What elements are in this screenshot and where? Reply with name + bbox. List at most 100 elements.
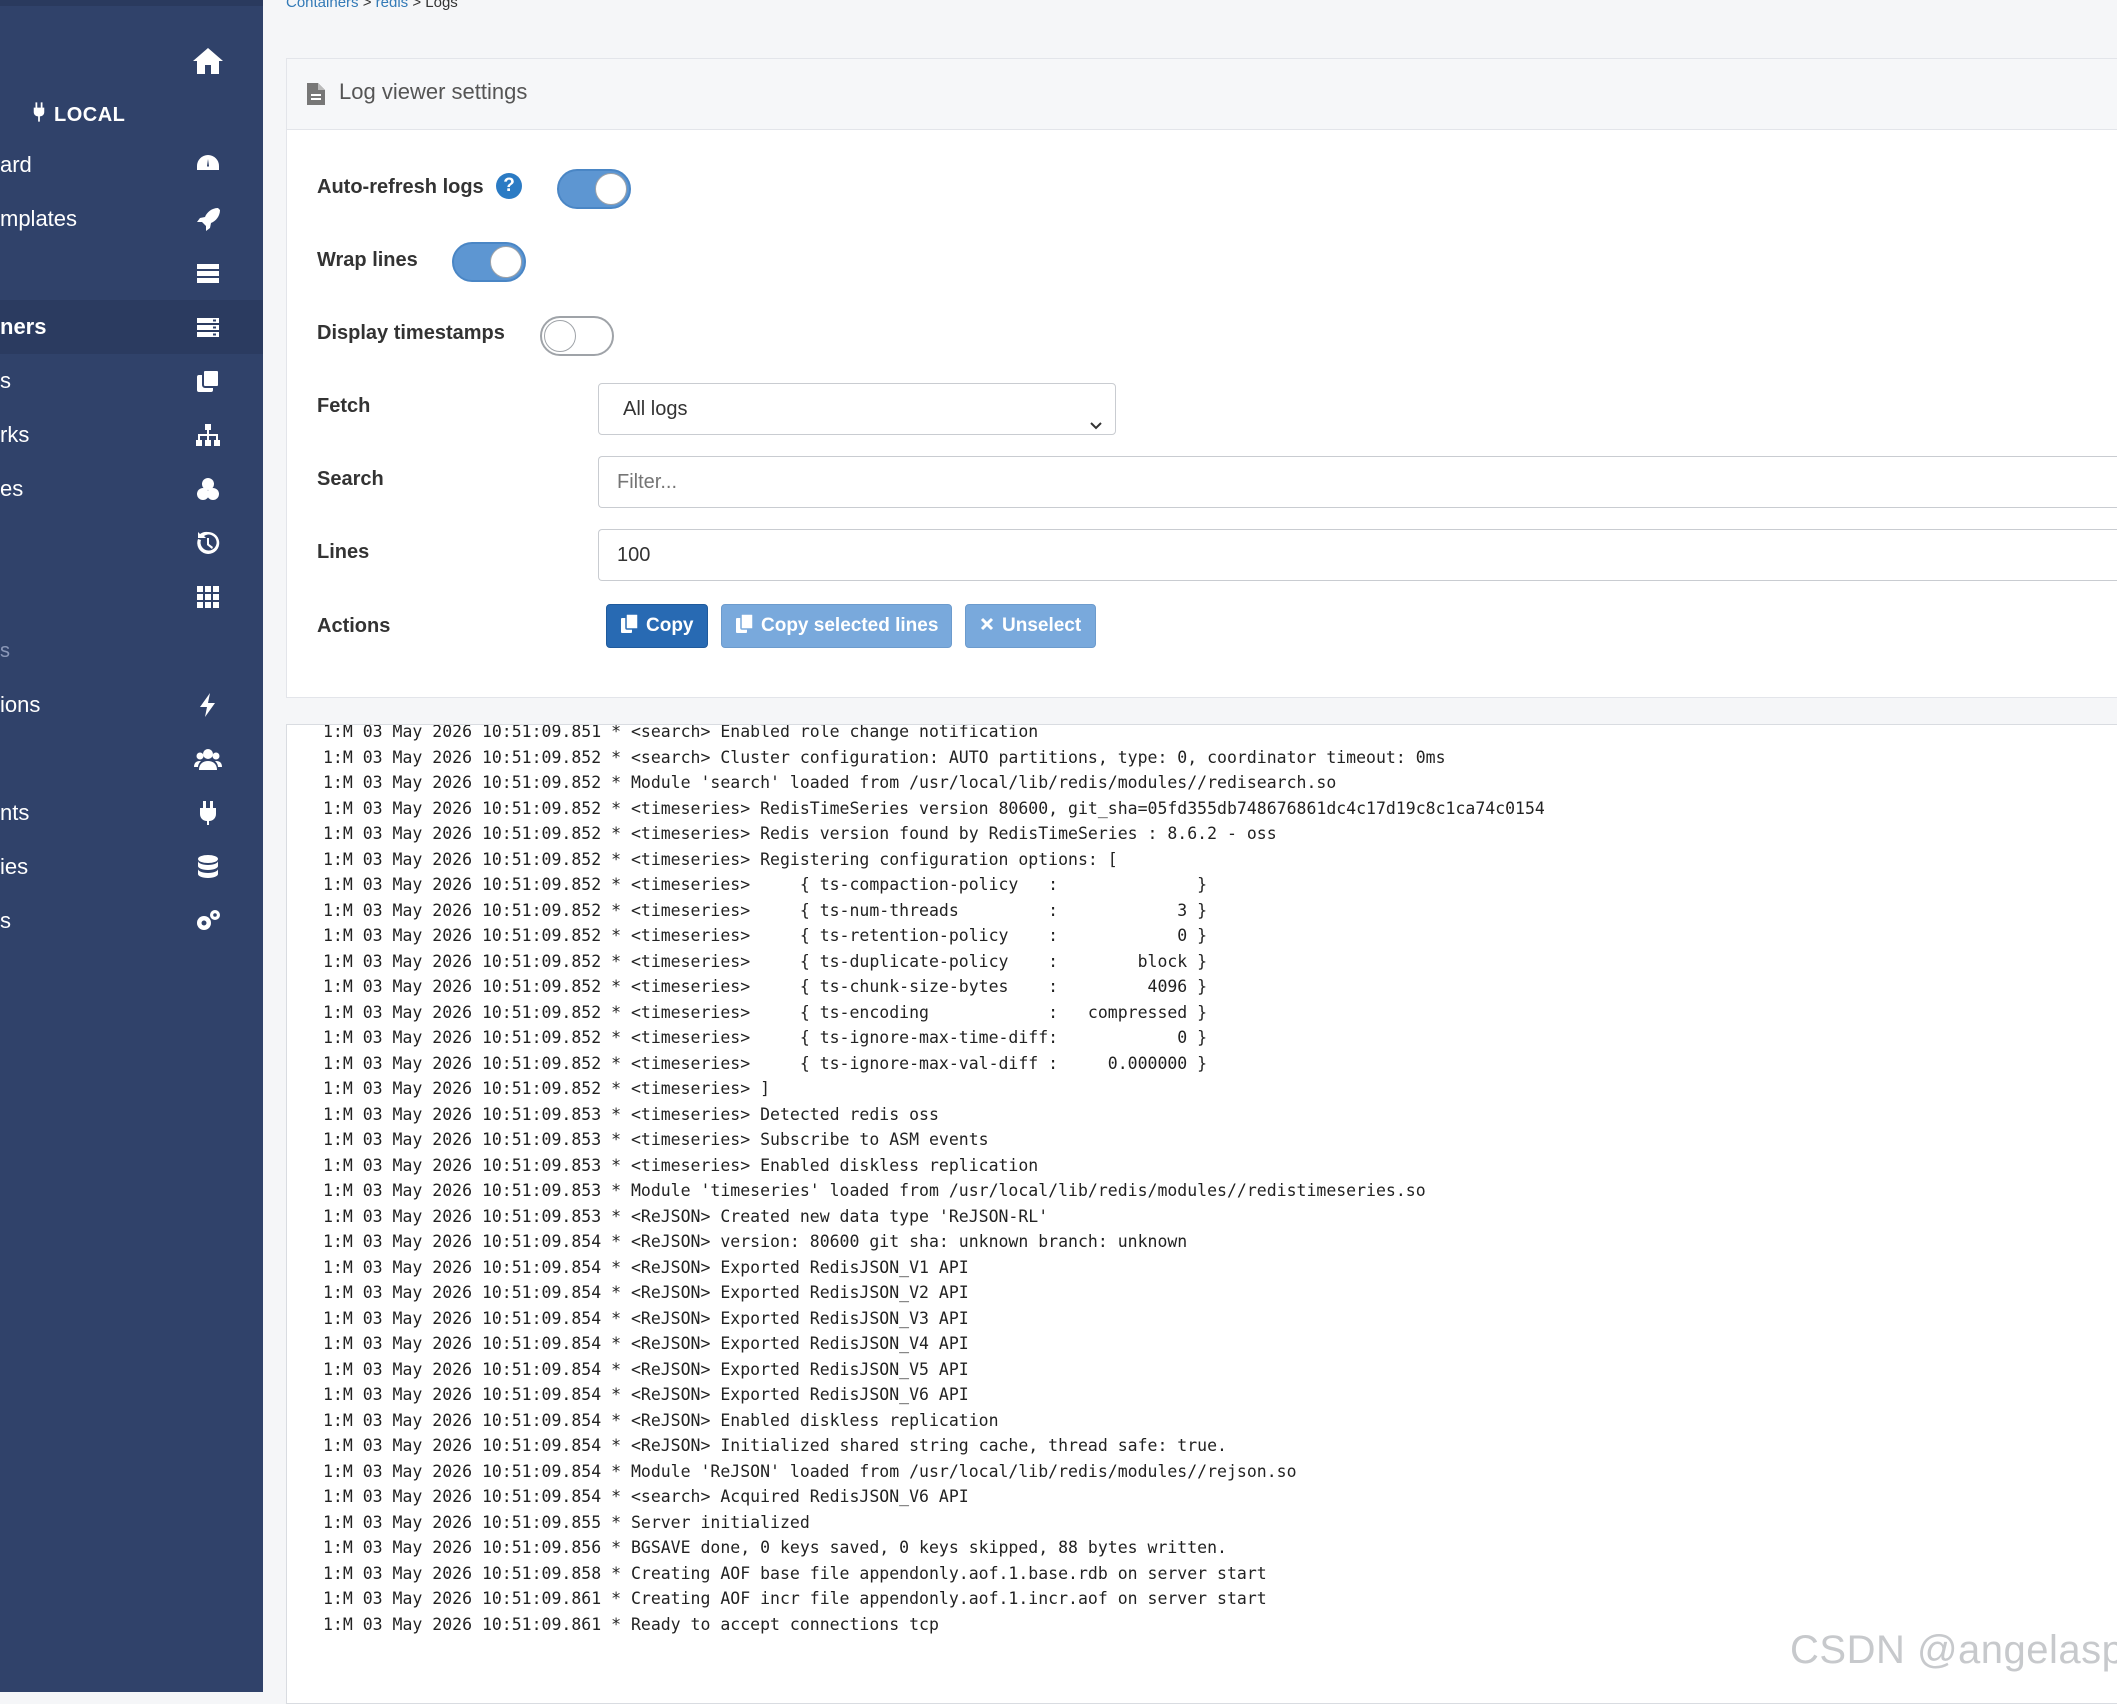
log-line[interactable]: 1:M 03 May 2026 10:51:09.858 * Creating … — [323, 1561, 1545, 1587]
toggle-knob — [595, 173, 627, 205]
sidebar-item-14[interactable]: s — [0, 894, 263, 948]
log-line[interactable]: 1:M 03 May 2026 10:51:09.852 * <timeseri… — [323, 974, 1545, 1000]
environment-name: LOCAL — [54, 103, 126, 126]
sidebar-item-10[interactable]: ions — [0, 678, 263, 732]
sidebar-item-13[interactable]: ies — [0, 840, 263, 894]
bolt-icon — [194, 691, 222, 719]
rocket-icon — [194, 205, 222, 233]
lines-label: Lines — [317, 541, 370, 563]
fetch-selected-value: All logs — [623, 398, 688, 420]
sidebar-item-label: es — [0, 476, 24, 501]
log-line[interactable]: 1:M 03 May 2026 10:51:09.852 * <timeseri… — [323, 949, 1545, 975]
copy-icon — [736, 612, 754, 639]
log-line[interactable]: 1:M 03 May 2026 10:51:09.854 * <ReJSON> … — [323, 1280, 1545, 1306]
sidebar-item-4[interactable]: s — [0, 354, 263, 408]
log-line[interactable]: 1:M 03 May 2026 10:51:09.861 * Creating … — [323, 1586, 1545, 1612]
log-line[interactable]: 1:M 03 May 2026 10:51:09.853 * Module 't… — [323, 1178, 1545, 1204]
plug-icon — [32, 102, 46, 128]
log-line[interactable]: 1:M 03 May 2026 10:51:09.852 * <search> … — [323, 745, 1545, 771]
log-output-panel[interactable]: 1:M 03 May 2026 10:51:09.851 * <search> … — [286, 724, 2117, 1704]
log-line[interactable]: 1:M 03 May 2026 10:51:09.854 * <ReJSON> … — [323, 1433, 1545, 1459]
wrap-lines-toggle[interactable] — [452, 242, 526, 282]
log-line[interactable]: 1:M 03 May 2026 10:51:09.855 * Server in… — [323, 1510, 1545, 1536]
log-viewer-settings-panel: Log viewer settings Auto-refresh logs ? … — [286, 58, 2117, 698]
sidebar-item-5[interactable]: rks — [0, 408, 263, 462]
panel-header: Log viewer settings — [287, 59, 2117, 130]
log-line[interactable]: 1:M 03 May 2026 10:51:09.852 * <timeseri… — [323, 1025, 1545, 1051]
home-icon[interactable] — [188, 44, 228, 78]
dashboard-icon — [194, 151, 222, 179]
breadcrumb: Containers > redis > Logs — [286, 0, 458, 11]
log-line[interactable]: 1:M 03 May 2026 10:51:09.854 * <ReJSON> … — [323, 1357, 1545, 1383]
log-line[interactable]: 1:M 03 May 2026 10:51:09.854 * Module 'R… — [323, 1459, 1545, 1485]
log-line[interactable]: 1:M 03 May 2026 10:51:09.854 * <ReJSON> … — [323, 1408, 1545, 1434]
log-line[interactable]: 1:M 03 May 2026 10:51:09.852 * <timeseri… — [323, 821, 1545, 847]
sidebar-item-3[interactable]: ners — [0, 300, 263, 354]
actions-label: Actions — [317, 615, 391, 637]
log-line[interactable]: 1:M 03 May 2026 10:51:09.852 * Module 's… — [323, 770, 1545, 796]
sidebar-item-12[interactable]: nts — [0, 786, 263, 840]
auto-refresh-label: Auto-refresh logs — [317, 176, 484, 198]
log-line[interactable]: 1:M 03 May 2026 10:51:09.853 * <timeseri… — [323, 1127, 1545, 1153]
copy-selected-lines-button[interactable]: Copy selected lines — [721, 604, 952, 648]
toggle-knob — [490, 246, 522, 278]
sidebar-item-label: s — [0, 639, 10, 662]
unselect-button[interactable]: Unselect — [965, 604, 1096, 648]
history-icon — [194, 529, 222, 557]
auto-refresh-toggle[interactable] — [557, 169, 631, 209]
breadcrumb-redis[interactable]: redis — [376, 0, 409, 11]
help-icon[interactable]: ? — [496, 173, 522, 199]
fetch-select[interactable]: All logs — [598, 383, 1116, 435]
log-line[interactable]: 1:M 03 May 2026 10:51:09.852 * <timeseri… — [323, 796, 1545, 822]
toggle-knob — [544, 320, 576, 352]
log-line[interactable]: 1:M 03 May 2026 10:51:09.852 * <timeseri… — [323, 847, 1545, 873]
display-timestamps-toggle[interactable] — [540, 316, 614, 356]
sidebar-item-label: s — [0, 908, 11, 933]
log-line[interactable]: 1:M 03 May 2026 10:51:09.852 * <timeseri… — [323, 1076, 1545, 1102]
log-line[interactable]: 1:M 03 May 2026 10:51:09.853 * <timeseri… — [323, 1102, 1545, 1128]
log-line[interactable]: 1:M 03 May 2026 10:51:09.854 * <search> … — [323, 1484, 1545, 1510]
sidebar-item-2[interactable] — [0, 246, 263, 300]
containers-icon — [194, 313, 222, 341]
sidebar-item-1[interactable]: mplates — [0, 192, 263, 246]
fetch-label: Fetch — [317, 395, 371, 417]
log-line[interactable]: 1:M 03 May 2026 10:51:09.853 * <ReJSON> … — [323, 1204, 1545, 1230]
log-line[interactable]: 1:M 03 May 2026 10:51:09.854 * <ReJSON> … — [323, 1229, 1545, 1255]
log-line[interactable]: 1:M 03 May 2026 10:51:09.854 * <ReJSON> … — [323, 1306, 1545, 1332]
breadcrumb-containers[interactable]: Containers — [286, 0, 359, 11]
lines-input[interactable] — [598, 529, 2117, 581]
stacks-icon — [194, 259, 222, 287]
sidebar-item-label: nts — [0, 800, 30, 825]
log-line[interactable]: 1:M 03 May 2026 10:51:09.861 * Ready to … — [323, 1612, 1545, 1638]
close-icon — [980, 615, 994, 637]
log-line[interactable]: 1:M 03 May 2026 10:51:09.852 * <timeseri… — [323, 872, 1545, 898]
log-line[interactable]: 1:M 03 May 2026 10:51:09.852 * <timeseri… — [323, 898, 1545, 924]
watermark: CSDN @angelasp — [1790, 1628, 2117, 1672]
grid-icon — [194, 583, 222, 611]
volumes-icon — [194, 475, 222, 503]
copy-selected-lines-label: Copy selected lines — [761, 615, 939, 636]
search-input[interactable] — [598, 456, 2117, 508]
sidebar-item-11[interactable] — [0, 732, 263, 786]
log-line[interactable]: 1:M 03 May 2026 10:51:09.852 * <timeseri… — [323, 1000, 1545, 1026]
log-line[interactable]: 1:M 03 May 2026 10:51:09.856 * BGSAVE do… — [323, 1535, 1545, 1561]
log-line[interactable]: 1:M 03 May 2026 10:51:09.854 * <ReJSON> … — [323, 1382, 1545, 1408]
log-line[interactable]: 1:M 03 May 2026 10:51:09.852 * <timeseri… — [323, 923, 1545, 949]
log-line[interactable]: 1:M 03 May 2026 10:51:09.854 * <ReJSON> … — [323, 1255, 1545, 1281]
sidebar-item-0[interactable]: ard — [0, 138, 263, 192]
copy-button-label: Copy — [646, 615, 694, 636]
sidebar-item-7[interactable] — [0, 516, 263, 570]
sidebar-item-6[interactable]: es — [0, 462, 263, 516]
sidebar-item-label: ard — [0, 152, 32, 177]
log-line[interactable]: 1:M 03 May 2026 10:51:09.853 * <timeseri… — [323, 1153, 1545, 1179]
sidebar-item-8[interactable] — [0, 570, 263, 624]
users-icon — [194, 745, 222, 773]
log-line[interactable]: 1:M 03 May 2026 10:51:09.851 * <search> … — [323, 725, 1545, 745]
log-line[interactable]: 1:M 03 May 2026 10:51:09.854 * <ReJSON> … — [323, 1331, 1545, 1357]
copy-button[interactable]: Copy — [606, 604, 708, 648]
sidebar-item-label: ners — [0, 314, 47, 339]
breadcrumb-separator: > — [362, 0, 372, 11]
sidebar-item-label: s — [0, 368, 11, 393]
environment-label[interactable]: LOCAL — [32, 100, 125, 130]
log-line[interactable]: 1:M 03 May 2026 10:51:09.852 * <timeseri… — [323, 1051, 1545, 1077]
